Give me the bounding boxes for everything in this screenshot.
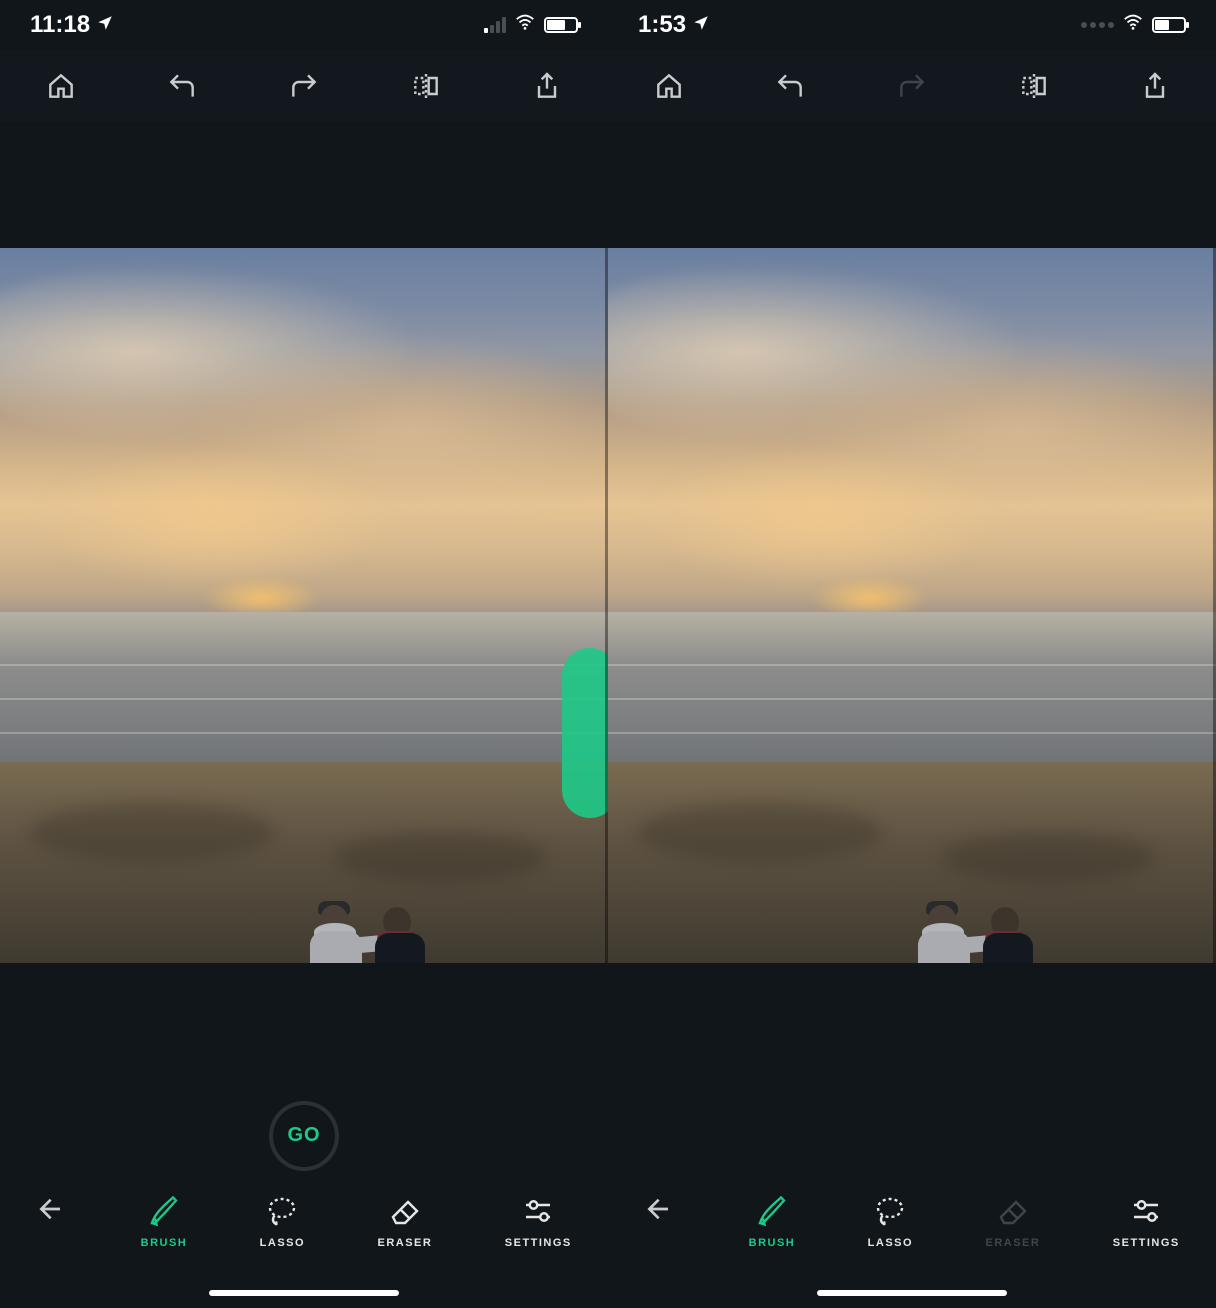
- back-button[interactable]: [644, 1193, 676, 1228]
- home-button[interactable]: [45, 70, 77, 102]
- tool-lasso[interactable]: LASSO: [868, 1193, 913, 1249]
- redo-button: [896, 70, 928, 102]
- tool-eraser[interactable]: ERASER: [378, 1193, 433, 1249]
- tool-brush[interactable]: BRUSH: [749, 1193, 796, 1249]
- status-time: 1:53: [638, 11, 686, 39]
- battery-icon: [544, 17, 578, 33]
- eraser-icon: [387, 1193, 423, 1229]
- location-icon: [692, 11, 710, 39]
- tool-brush[interactable]: BRUSH: [141, 1193, 188, 1249]
- lasso-icon: [264, 1193, 300, 1229]
- cellular-signal-icon: [1081, 22, 1114, 28]
- tool-eraser-label: ERASER: [986, 1237, 1041, 1249]
- location-icon: [96, 11, 114, 39]
- tool-brush-label: BRUSH: [141, 1237, 188, 1249]
- battery-icon: [1152, 17, 1186, 33]
- screen-left: 11:18: [0, 0, 608, 1308]
- tool-settings-label: SETTINGS: [1113, 1237, 1180, 1249]
- tool-eraser[interactable]: ERASER: [986, 1193, 1041, 1249]
- go-strip: GO: [0, 1088, 608, 1183]
- brush-mark: [562, 648, 608, 818]
- tool-settings[interactable]: SETTINGS: [505, 1193, 572, 1249]
- photo[interactable]: [0, 248, 608, 963]
- go-button[interactable]: GO: [269, 1101, 339, 1171]
- home-indicator[interactable]: [209, 1290, 399, 1296]
- eraser-icon: [995, 1193, 1031, 1229]
- canvas-area[interactable]: [0, 122, 608, 1088]
- cellular-signal-icon: [484, 17, 506, 33]
- top-toolbar: [608, 50, 1216, 122]
- wifi-icon: [1122, 11, 1144, 40]
- tool-eraser-label: ERASER: [378, 1237, 433, 1249]
- compare-button[interactable]: [410, 70, 442, 102]
- lasso-icon: [872, 1193, 908, 1229]
- bottom-toolbar: BRUSH LASSO ERASER SETTINGS: [608, 1183, 1216, 1308]
- canvas-area[interactable]: [608, 122, 1216, 1088]
- photo[interactable]: [608, 248, 1216, 963]
- bottom-toolbar: BRUSH LASSO ERASER SETTINGS: [0, 1183, 608, 1308]
- home-button[interactable]: [653, 70, 685, 102]
- brush-icon: [146, 1193, 182, 1229]
- tool-settings[interactable]: SETTINGS: [1113, 1193, 1180, 1249]
- status-bar: 1:53: [608, 0, 1216, 50]
- tool-brush-label: BRUSH: [749, 1237, 796, 1249]
- tool-lasso[interactable]: LASSO: [260, 1193, 305, 1249]
- tool-settings-label: SETTINGS: [505, 1237, 572, 1249]
- screen-right: 1:53: [608, 0, 1216, 1308]
- brush-icon: [754, 1193, 790, 1229]
- redo-button[interactable]: [288, 70, 320, 102]
- tool-lasso-label: LASSO: [868, 1237, 913, 1249]
- share-button[interactable]: [531, 70, 563, 102]
- undo-button[interactable]: [774, 70, 806, 102]
- go-label: GO: [287, 1124, 320, 1147]
- status-time: 11:18: [30, 11, 90, 39]
- go-strip: [608, 1088, 1216, 1183]
- tool-lasso-label: LASSO: [260, 1237, 305, 1249]
- status-bar: 11:18: [0, 0, 608, 50]
- back-button[interactable]: [36, 1193, 68, 1228]
- undo-button[interactable]: [166, 70, 198, 102]
- sliders-icon: [1128, 1193, 1164, 1229]
- compare-button[interactable]: [1018, 70, 1050, 102]
- top-toolbar: [0, 50, 608, 122]
- wifi-icon: [514, 11, 536, 40]
- home-indicator[interactable]: [817, 1290, 1007, 1296]
- share-button[interactable]: [1139, 70, 1171, 102]
- sliders-icon: [520, 1193, 556, 1229]
